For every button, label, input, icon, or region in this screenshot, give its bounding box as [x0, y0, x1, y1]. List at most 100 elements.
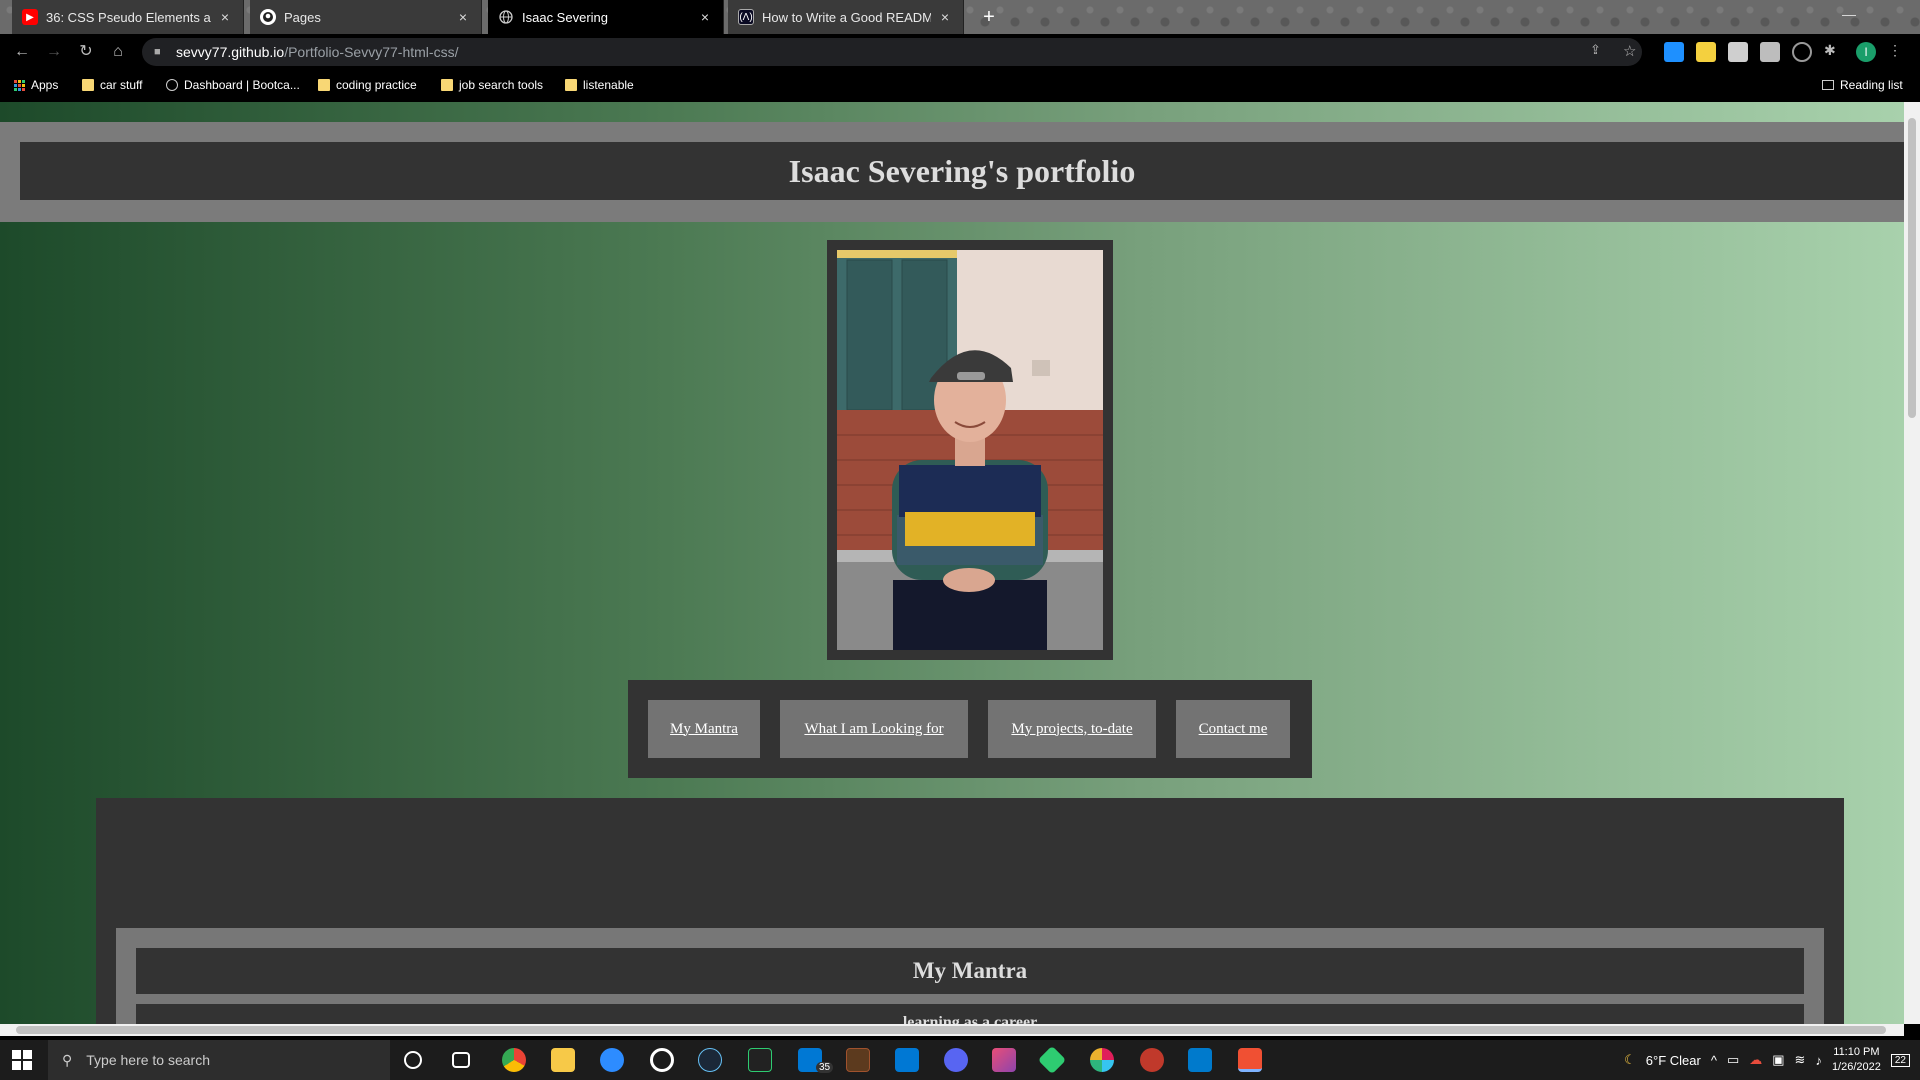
new-tab-button[interactable]: + [978, 6, 1000, 28]
bookmark-car-stuff[interactable]: car stuff [82, 78, 142, 92]
globe-icon [498, 9, 514, 25]
windows-taskbar: ⚲ Type here to search 35 ☾ 6°F Clear ^ ▭… [0, 1040, 1920, 1080]
app-icon[interactable] [748, 1048, 772, 1072]
system-tray: ☾ 6°F Clear ^ ▭ ☁ ▣ ≋ ♪ 11:10 PM 1/26/20… [1624, 1040, 1910, 1080]
windows-start-icon[interactable] [12, 1050, 32, 1070]
bookmark-dashboard[interactable]: Dashboard | Bootca... [166, 78, 300, 92]
tab-isaac-severing[interactable]: Isaac Severing × [488, 0, 724, 34]
gitkraken-icon[interactable] [1037, 1045, 1067, 1075]
app-icon[interactable] [992, 1048, 1016, 1072]
tab-css-pseudo[interactable]: ▶ 36: CSS Pseudo Elements and Cl × [12, 0, 244, 34]
taskbar-search[interactable]: ⚲ Type here to search [48, 1040, 390, 1080]
vertical-scrollbar[interactable] [1904, 102, 1920, 1024]
bookmark-star-icon[interactable]: ☆ [1623, 42, 1643, 62]
folder-icon [441, 79, 453, 91]
horizontal-scrollbar[interactable] [0, 1024, 1904, 1036]
tab-pages[interactable]: Pages × [250, 0, 482, 34]
extension-icon[interactable] [1728, 42, 1748, 62]
nav-what-i-am-looking-for[interactable]: What I am Looking for [780, 700, 968, 758]
home-icon[interactable]: ⌂ [108, 42, 128, 62]
file-explorer-icon[interactable] [551, 1048, 575, 1072]
bookmark-label: job search tools [459, 78, 544, 92]
git-bash-icon[interactable] [1238, 1048, 1262, 1072]
nav-contact-me[interactable]: Contact me [1176, 700, 1290, 758]
tab-label: How to Write a Good README Fi [762, 9, 931, 25]
puzzle-extensions-icon[interactable]: ✱ [1824, 42, 1844, 62]
bookmark-coding-practice[interactable]: coding practice [318, 78, 417, 92]
profile-avatar[interactable]: I [1856, 42, 1876, 62]
bookmark-apps[interactable]: Apps [14, 78, 58, 92]
wifi-icon[interactable]: ≋ [1795, 1052, 1806, 1068]
share-icon[interactable]: ⇪ [1590, 42, 1610, 62]
close-tab-icon[interactable]: × [697, 9, 713, 25]
weather-text[interactable]: 6°F Clear [1646, 1053, 1701, 1068]
nav-my-mantra[interactable]: My Mantra [648, 700, 760, 758]
reading-list-button[interactable]: Reading list [1822, 78, 1903, 92]
github-extension-icon[interactable] [1792, 42, 1812, 62]
folder-icon [318, 79, 330, 91]
steam-icon[interactable] [698, 1048, 722, 1072]
mantra-section: My Mantra learning as a career [116, 928, 1824, 1024]
url-host: sevvy77.github.io [176, 44, 285, 60]
tab-label: 36: CSS Pseudo Elements and Cl [46, 9, 211, 25]
reload-icon[interactable]: ↻ [76, 42, 96, 62]
freecodecamp-icon: (Λ) [738, 9, 754, 25]
quicktime-icon[interactable] [650, 1048, 674, 1072]
bookmarks-bar: Apps car stuff Dashboard | Bootca... cod… [0, 70, 1920, 102]
section-subtitle: learning as a career [136, 1004, 1804, 1024]
forward-arrow-icon[interactable]: → [44, 42, 64, 62]
page-title: Isaac Severing's portfolio [20, 142, 1904, 200]
help-extension-icon[interactable] [1760, 42, 1780, 62]
page-viewport: Isaac Severing's portfolio My Mantra Wha… [0, 102, 1904, 1024]
globe-icon [166, 79, 178, 91]
url-path: /Portfolio-Sevvy77-html-css/ [284, 44, 459, 60]
bookmark-job-search-tools[interactable]: job search tools [441, 78, 543, 92]
vscode-icon[interactable] [1188, 1048, 1212, 1072]
chrome-icon[interactable] [502, 1048, 526, 1072]
reading-list-icon [1822, 80, 1834, 90]
vertical-scroll-thumb[interactable] [1908, 118, 1916, 418]
horizontal-scroll-thumb[interactable] [16, 1026, 1886, 1034]
clock-time: 11:10 PM [1833, 1046, 1880, 1058]
zoom-icon[interactable] [600, 1048, 624, 1072]
close-tab-icon[interactable]: × [455, 9, 471, 25]
youtube-icon: ▶ [22, 9, 38, 25]
cortana-icon[interactable] [404, 1051, 422, 1069]
display-icon[interactable]: ▣ [1772, 1052, 1784, 1068]
search-icon: ⚲ [62, 1051, 73, 1068]
bookmark-label: Apps [31, 78, 59, 92]
minimize-icon[interactable]: — [1842, 6, 1856, 22]
search-placeholder: Type here to search [86, 1052, 211, 1068]
back-arrow-icon[interactable]: ← [12, 42, 32, 62]
chevron-up-icon[interactable]: ^ [1711, 1053, 1717, 1068]
minecraft-icon[interactable] [846, 1048, 870, 1072]
clock[interactable]: 11:10 PM 1/26/2022 [1832, 1045, 1881, 1075]
bookmark-label: Dashboard | Bootca... [184, 78, 300, 92]
volume-icon[interactable]: ♪ [1815, 1053, 1822, 1068]
calendar-icon[interactable] [895, 1048, 919, 1072]
close-tab-icon[interactable]: × [937, 9, 953, 25]
discord-icon[interactable] [944, 1048, 968, 1072]
tab-strip: ▶ 36: CSS Pseudo Elements and Cl × Pages… [0, 0, 1920, 34]
browser-toolbar: ← → ↻ ⌂ ■ sevvy77.github.io/Portfolio-Se… [0, 34, 1920, 70]
notifications-icon[interactable]: 22 [1890, 1053, 1910, 1067]
moon-weather-icon: ☾ [1624, 1052, 1636, 1067]
mail-badge: 35 [816, 1062, 834, 1073]
slack-icon[interactable] [1090, 1048, 1114, 1072]
task-view-icon[interactable] [452, 1052, 470, 1068]
clock-date: 1/26/2022 [1831, 1061, 1881, 1073]
notes-extension-icon[interactable] [1696, 42, 1716, 62]
reading-list-label: Reading list [1840, 78, 1903, 92]
address-bar[interactable]: ■ sevvy77.github.io/Portfolio-Sevvy77-ht… [142, 38, 1642, 66]
bookmark-listenable[interactable]: listenable [565, 78, 634, 92]
app-icon[interactable] [1140, 1048, 1164, 1072]
kebab-menu-icon[interactable]: ⋮ [1888, 42, 1908, 62]
skype-extension-icon[interactable] [1664, 42, 1684, 62]
nav-my-projects[interactable]: My projects, to-date [988, 700, 1156, 758]
tray-icon[interactable]: ▭ [1727, 1052, 1739, 1068]
github-icon [260, 9, 276, 25]
close-tab-icon[interactable]: × [217, 9, 233, 25]
tab-label: Pages [284, 9, 321, 25]
tab-readme[interactable]: (Λ) How to Write a Good README Fi × [728, 0, 964, 34]
onedrive-icon[interactable]: ☁ [1749, 1052, 1762, 1068]
